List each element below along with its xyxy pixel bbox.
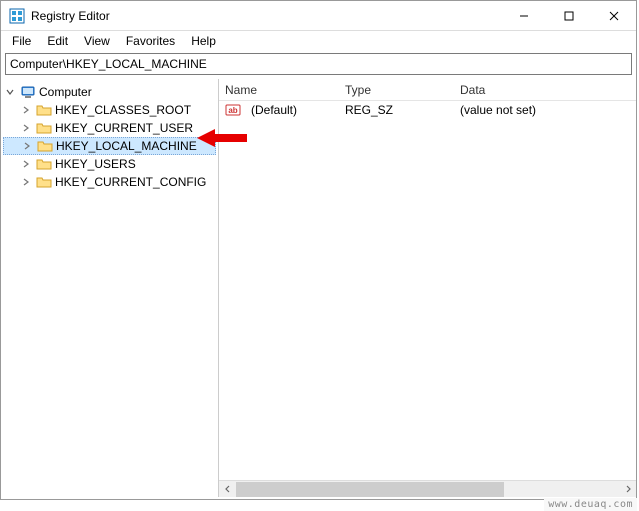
registry-editor-window: Registry Editor File Edit View Favorites… <box>0 0 637 500</box>
folder-icon <box>36 156 52 172</box>
svg-text:ab: ab <box>228 106 237 115</box>
close-icon <box>609 11 619 21</box>
titlebar[interactable]: Registry Editor <box>1 1 636 31</box>
chevron-right-icon[interactable] <box>21 123 33 133</box>
watermark: www.deuaq.com <box>544 498 637 511</box>
string-value-icon: ab <box>225 102 241 118</box>
window-title: Registry Editor <box>31 9 110 23</box>
chevron-right-icon[interactable] <box>21 159 33 169</box>
scroll-left-button[interactable] <box>219 481 236 498</box>
chevron-right-icon[interactable] <box>21 177 33 187</box>
tree-node-label: Computer <box>39 85 92 99</box>
horizontal-scrollbar[interactable] <box>219 480 636 497</box>
tree-panel[interactable]: Computer HKEY_CLASSES_ROOT HKEY_CURRENT_… <box>1 79 219 497</box>
menubar: File Edit View Favorites Help <box>1 31 636 51</box>
scroll-right-button[interactable] <box>619 481 636 498</box>
scroll-thumb[interactable] <box>236 482 504 497</box>
chevron-right-icon[interactable] <box>22 141 34 151</box>
maximize-icon <box>564 11 574 21</box>
column-header-name[interactable]: Name <box>219 83 339 97</box>
folder-icon <box>37 138 53 154</box>
maximize-button[interactable] <box>546 1 591 31</box>
list-body[interactable]: ab (Default) REG_SZ (value not set) <box>219 101 636 480</box>
folder-icon <box>36 120 52 136</box>
chevron-right-icon <box>624 485 632 493</box>
chevron-left-icon <box>224 485 232 493</box>
list-panel: Name Type Data ab (Default) REG_SZ (valu… <box>219 79 636 497</box>
tree-node-label: HKEY_CLASSES_ROOT <box>55 103 191 117</box>
cell-name: (Default) <box>245 103 339 117</box>
column-header-type[interactable]: Type <box>339 83 454 97</box>
minimize-icon <box>519 11 529 21</box>
menu-help[interactable]: Help <box>184 32 223 50</box>
scroll-track[interactable] <box>236 481 619 498</box>
tree-node-hkcr[interactable]: HKEY_CLASSES_ROOT <box>3 101 216 119</box>
folder-icon <box>36 174 52 190</box>
tree-node-label: HKEY_CURRENT_USER <box>55 121 193 135</box>
address-bar[interactable]: Computer\HKEY_LOCAL_MACHINE <box>5 53 632 75</box>
cell-type: REG_SZ <box>339 103 454 117</box>
menu-edit[interactable]: Edit <box>40 32 75 50</box>
menu-favorites[interactable]: Favorites <box>119 32 182 50</box>
content-area: Computer HKEY_CLASSES_ROOT HKEY_CURRENT_… <box>1 79 636 497</box>
menu-file[interactable]: File <box>5 32 38 50</box>
tree-node-label: HKEY_CURRENT_CONFIG <box>55 175 206 189</box>
column-header-data[interactable]: Data <box>454 83 636 97</box>
folder-icon <box>36 102 52 118</box>
computer-icon <box>20 84 36 100</box>
list-headers: Name Type Data <box>219 79 636 101</box>
app-icon <box>9 8 25 24</box>
tree-node-hkcc[interactable]: HKEY_CURRENT_CONFIG <box>3 173 216 191</box>
cell-data: (value not set) <box>454 103 636 117</box>
tree-node-hkcu[interactable]: HKEY_CURRENT_USER <box>3 119 216 137</box>
address-bar-text: Computer\HKEY_LOCAL_MACHINE <box>10 57 207 71</box>
chevron-right-icon[interactable] <box>21 105 33 115</box>
list-row[interactable]: ab (Default) REG_SZ (value not set) <box>219 101 636 119</box>
tree-node-label: HKEY_LOCAL_MACHINE <box>56 139 197 153</box>
tree-node-hklm[interactable]: HKEY_LOCAL_MACHINE <box>3 137 216 155</box>
menu-view[interactable]: View <box>77 32 117 50</box>
minimize-button[interactable] <box>501 1 546 31</box>
close-button[interactable] <box>591 1 636 31</box>
chevron-down-icon[interactable] <box>5 87 17 97</box>
tree-node-computer[interactable]: Computer <box>3 83 216 101</box>
tree-node-label: HKEY_USERS <box>55 157 136 171</box>
tree-node-hku[interactable]: HKEY_USERS <box>3 155 216 173</box>
